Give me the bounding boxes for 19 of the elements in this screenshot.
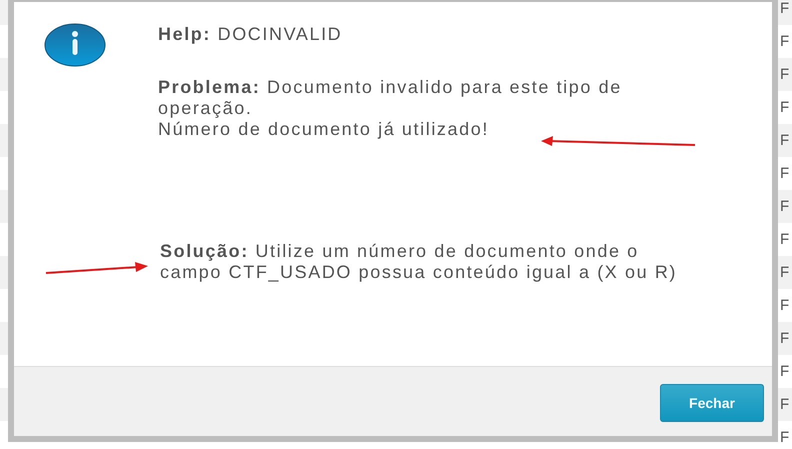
row-text: F [780,165,790,182]
row-text: F [780,297,790,314]
row-text: F [780,330,790,347]
row-text: F [780,33,790,50]
row-text: F [780,363,790,380]
row-text: F [780,264,790,281]
row-text: F [780,231,790,248]
help-code: Help: DOCINVALID [158,24,344,45]
close-button[interactable]: Fechar [660,384,764,422]
info-icon [44,23,106,67]
solution-text: Solução: Utilize um número de documento onde o campo CTF_USADO possua conteúdo igual a (X ou R) [160,241,678,283]
problem-text: Problema: Documento invalido para este tipo de operação. Número de documento já utilizado! [158,77,623,140]
row-text: F [780,66,790,83]
row-text: F [780,198,790,215]
row-text: F [780,0,790,17]
row-text: F [780,132,790,149]
row-text: F [780,396,790,413]
row-text: F [780,99,790,116]
row-text: F [780,429,790,446]
